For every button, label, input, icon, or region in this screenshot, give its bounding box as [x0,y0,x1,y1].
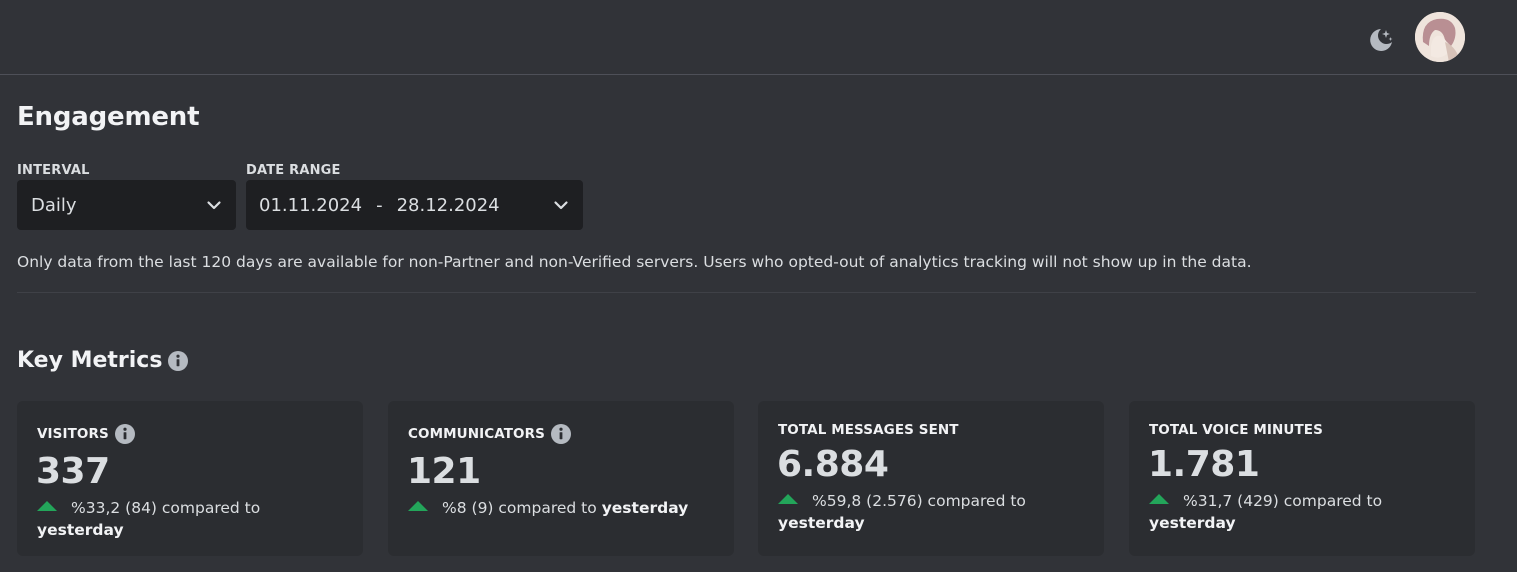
card-title-label: COMMUNICATORS [408,426,545,442]
moon-stars-icon[interactable] [1364,24,1396,56]
key-metrics-title: Key Metrics [17,348,189,373]
date-end[interactable]: 28.12.2024 [397,195,500,216]
card-title-label: VISITORS [37,426,109,442]
card-value: 1.781 [1148,444,1260,485]
change-text: %31,7 (429) compared to [1183,492,1383,510]
date-separator: - [376,194,383,216]
card-value: 337 [36,451,110,492]
card-title: TOTAL VOICE MINUTES [1149,422,1323,438]
divider [17,292,1476,293]
metric-card-total-messages: TOTAL MESSAGES SENT 6.884 %59,8 (2.576) … [758,401,1104,556]
metric-card-voice-minutes: TOTAL VOICE MINUTES 1.781 %31,7 (429) co… [1129,401,1475,556]
interval-label: INTERVAL [17,163,90,178]
page-title: Engagement [17,102,200,132]
info-icon[interactable] [114,424,135,444]
card-value: 6.884 [777,444,889,485]
date-start[interactable]: 01.11.2024 [259,195,362,216]
card-change: %8 (9) compared to yesterday [408,497,708,519]
card-title: VISITORS [37,424,135,444]
trend-up-icon [408,501,428,511]
change-text: %59,8 (2.576) compared to [812,492,1026,510]
metric-card-visitors: VISITORS 337 %33,2 (84) compared to yest… [17,401,363,556]
change-text: %33,2 (84) compared to [71,499,261,517]
card-title-label: TOTAL VOICE MINUTES [1149,422,1323,438]
trend-up-icon [778,494,798,504]
avatar[interactable] [1415,12,1465,62]
chevron-down-icon [553,197,569,217]
card-title: COMMUNICATORS [408,424,571,444]
card-title: TOTAL MESSAGES SENT [778,422,959,438]
compare-period: yesterday [1149,514,1236,532]
trend-up-icon [37,501,57,511]
info-icon[interactable] [550,424,571,444]
card-change: %33,2 (84) compared to yesterday [37,497,337,541]
compare-period: yesterday [778,514,865,532]
chevron-down-icon [206,197,222,217]
date-range-label: DATE RANGE [246,163,341,178]
date-range-select[interactable]: 01.11.2024 - 28.12.2024 [246,180,583,230]
metric-card-communicators: COMMUNICATORS 121 %8 (9) compared to yes… [388,401,734,556]
card-title-label: TOTAL MESSAGES SENT [778,422,959,438]
key-metrics-label: Key Metrics [17,348,163,373]
interval-select[interactable]: Daily [17,180,236,230]
card-value: 121 [407,451,481,492]
interval-value: Daily [31,194,77,216]
compare-period: yesterday [37,521,124,539]
data-availability-notice: Only data from the last 120 days are ava… [17,253,1252,271]
compare-period: yesterday [601,499,689,517]
card-change: %31,7 (429) compared to yesterday [1149,490,1449,534]
trend-up-icon [1149,494,1169,504]
top-bar [0,0,1517,75]
info-icon[interactable] [168,350,189,371]
card-change: %59,8 (2.576) compared to yesterday [778,490,1048,534]
change-text: %8 (9) compared to [442,499,597,517]
